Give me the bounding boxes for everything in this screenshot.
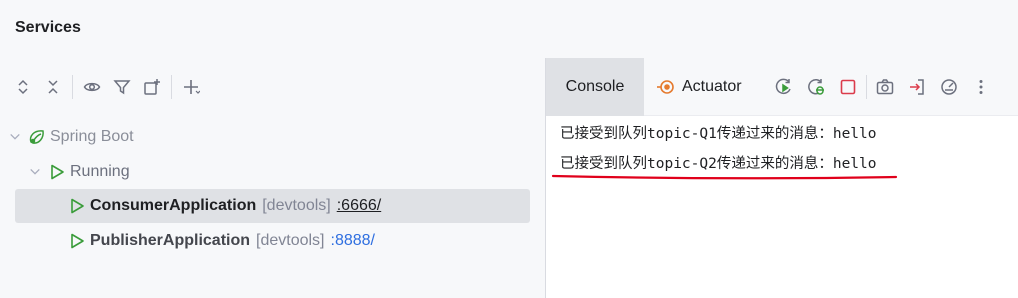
actuator-icon [656,77,676,97]
new-tab-icon[interactable] [137,72,167,102]
chevron-down-icon[interactable] [28,165,42,179]
chevron-down-icon[interactable] [8,130,22,144]
run-icon [68,232,86,250]
tree-node-consumer-application[interactable]: ConsumerApplication [devtools] :6666/ [15,189,530,223]
run-icon [68,197,86,215]
more-icon[interactable] [965,72,997,102]
console-line: 已接受到队列topic-Q2传递过来的消息：hello [560,156,877,172]
tree-toolbar [0,58,545,116]
tab-actuator-label: Actuator [682,78,742,95]
services-tree-panel: Spring Boot Running ConsumerApplication … [0,58,545,298]
login-icon[interactable] [901,72,933,102]
collapse-all-icon[interactable] [38,72,68,102]
tab-console[interactable]: Console [546,58,644,116]
window-title: Services [15,19,81,36]
tree-label-spring-boot: Spring Boot [50,128,134,145]
camera-icon[interactable] [869,72,901,102]
tree-node-publisher-application[interactable]: PublisherApplication [devtools] :8888/ [68,224,375,258]
tab-actuator[interactable]: Actuator [656,58,742,116]
title-bar: Services [0,0,1018,58]
run-icon [48,163,66,181]
toolbar-separator [72,75,73,99]
debug-rerun-icon[interactable] [800,72,832,102]
stop-icon[interactable] [832,72,864,102]
tree-label-running: Running [70,163,130,180]
spring-boot-icon [28,128,46,146]
eye-icon[interactable] [77,72,107,102]
console-panel: Console Actuator 已接受到队列topic-Q1传递过来的消息：h… [546,58,1018,298]
rerun-icon[interactable] [768,72,800,102]
filter-icon[interactable] [107,72,137,102]
console-actions [768,72,997,102]
toolbar-separator [866,75,867,99]
port-link[interactable]: :8888/ [331,232,375,250]
red-annotation-underline [551,174,898,180]
app-name: PublisherApplication [90,232,251,249]
add-icon[interactable] [176,72,206,102]
app-tag: [devtools] [256,232,325,249]
expand-all-icon[interactable] [8,72,38,102]
console-line: 已接受到队列topic-Q1传递过来的消息：hello [560,126,877,142]
app-name: ConsumerApplication [90,197,257,214]
port-link[interactable]: :6666/ [337,197,381,215]
tree-node-running[interactable]: Running [28,155,130,189]
gauge-icon[interactable] [933,72,965,102]
console-toolbar: Console Actuator [546,58,1018,116]
toolbar-separator [171,75,172,99]
app-tag: [devtools] [262,197,331,214]
tree-node-spring-boot[interactable]: Spring Boot [8,120,134,154]
